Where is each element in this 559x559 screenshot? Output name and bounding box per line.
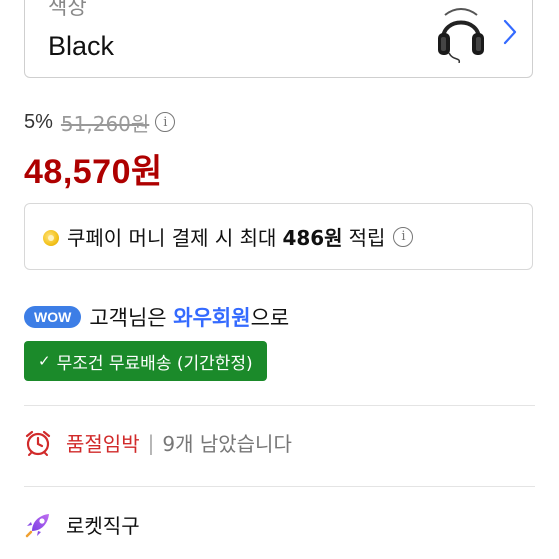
coin-icon	[43, 230, 59, 246]
check-icon: ✓	[38, 352, 51, 370]
stock-count: 9개 남았습니다	[162, 432, 292, 456]
wow-text: 고객님은 와우회원으로	[89, 302, 289, 332]
headphones-icon	[438, 8, 484, 63]
option-value: Black	[48, 31, 115, 61]
discount-row: 5% 51,260원 i	[24, 108, 176, 136]
cash-reward-prefix: 쿠페이 머니 결제 시 최대	[67, 226, 277, 250]
wow-text-post: 으로	[250, 306, 290, 330]
option-label: 색상	[48, 0, 87, 19]
cash-reward-text: 쿠페이 머니 결제 시 최대 486원 적립 i	[67, 222, 414, 251]
color-option-selector[interactable]: 색상 Black	[24, 0, 533, 78]
stock-alert-label: 품절임박	[66, 432, 140, 456]
free-shipping-badge: ✓ 무조건 무료배송 (기간한정)	[24, 341, 267, 381]
cash-reward-amount: 486원	[282, 226, 343, 250]
sale-price: 48,570원	[24, 153, 163, 191]
original-price: 51,260원	[60, 111, 150, 136]
info-icon[interactable]: i	[155, 112, 176, 132]
info-icon[interactable]: i	[393, 226, 414, 247]
delivery-type-label: 로켓직구	[66, 514, 140, 538]
cash-reward-suffix: 적립	[348, 226, 386, 250]
divider	[24, 405, 535, 406]
rocket-icon	[25, 513, 49, 537]
wow-member-row: WOW 고객님은 와우회원으로	[24, 302, 289, 332]
free-shipping-label: 무조건 무료배송 (기간한정)	[56, 353, 253, 374]
alarm-clock-icon	[25, 430, 51, 456]
wow-text-pre: 고객님은	[89, 306, 174, 330]
chevron-right-icon[interactable]	[500, 17, 520, 47]
wow-member-link[interactable]: 와우회원	[173, 306, 250, 330]
cash-reward-card: 쿠페이 머니 결제 시 최대 486원 적립 i	[24, 203, 533, 270]
delivery-type-row: 로켓직구	[24, 510, 140, 539]
stock-status-row: 품절임박 | 9개 남았습니다	[24, 428, 292, 457]
wow-badge: WOW	[24, 306, 82, 328]
stock-separator: |	[147, 430, 155, 455]
divider	[24, 486, 535, 487]
discount-rate: 5%	[24, 110, 53, 133]
